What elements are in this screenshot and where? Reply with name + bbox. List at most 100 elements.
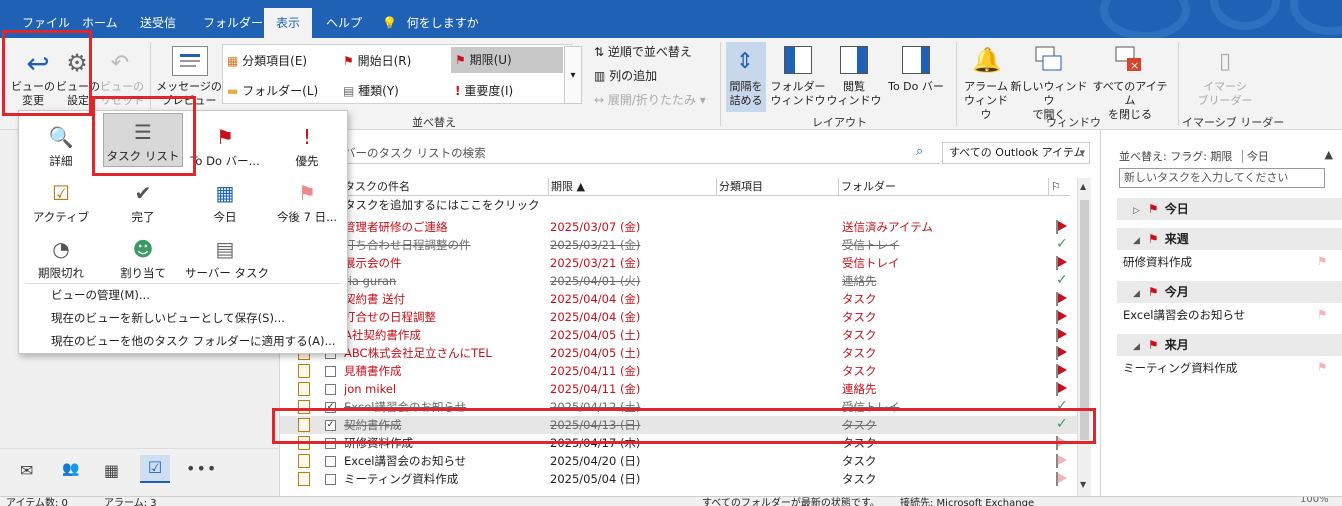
tab-view[interactable]: 表示 [264,8,313,38]
tasks-module-icon[interactable]: ☑ [140,455,170,483]
reading-pane-button[interactable]: 閲覧 ウィンドウ [824,80,884,108]
todo-task-item[interactable]: ミーティング資料作成 ⚑ [1123,360,1342,376]
todo-task-item[interactable]: 研修資料作成 ⚑ [1123,254,1342,270]
flag-icon[interactable] [1058,257,1067,267]
arrange-category[interactable]: ▦ 分類項目(E) [227,53,307,69]
manage-views-item[interactable]: ビューの管理(M)... [51,287,150,303]
search-icon[interactable]: ⌕ [916,144,923,159]
completed-check-icon[interactable]: ✓ [1056,235,1068,253]
flag-icon[interactable] [1058,311,1067,321]
todo-group-header[interactable]: ◢ ⚑ 今月 [1117,281,1342,303]
task-row[interactable]: 打合せの日程調整 2025/04/04 (金) タスク [280,308,1080,326]
flag-icon[interactable] [1058,365,1067,375]
view-option-completed[interactable]: ✔ 完了 [103,175,183,225]
complete-checkbox[interactable] [325,384,336,395]
todo-sort-row[interactable]: 並べ替え: フラグ: 期限 今日 ▲ [1119,148,1333,164]
todo-task-item[interactable]: Excel講習会のお知らせ ⚑ [1123,307,1342,323]
task-row[interactable]: A社契約書作成 2025/04/05 (土) タスク [280,326,1080,344]
column-due[interactable]: 期限 ▲ [548,178,585,196]
arrange-folder[interactable]: ▬ フォルダー(L) [227,83,318,99]
arrange-importance[interactable]: ! 重要度(I) [455,83,513,99]
tell-me-box[interactable]: 💡 何をしますか [382,12,479,38]
reminders-window-button[interactable]: アラーム ウィンドウ [960,80,1012,122]
task-row[interactable]: 展示会の件 2025/03/21 (金) 受信トレイ [280,254,1080,272]
status-reminders[interactable]: アラーム: 3 [104,497,157,506]
view-option-assigned[interactable]: ☻ 割り当て [103,231,183,281]
tab-folder[interactable]: フォルダー [203,12,263,38]
task-row[interactable]: ミーティング資料作成 2025/05/04 (日) タスク [280,470,1080,488]
flag-icon[interactable]: ⚑ [1317,360,1327,374]
tab-send-receive[interactable]: 送受信 [140,12,176,38]
add-columns-button[interactable]: ▥ 列の追加 [594,68,657,84]
arrange-type[interactable]: ▤ 種類(Y) [343,83,399,99]
flag-icon[interactable] [1058,293,1067,303]
save-view-item[interactable]: 現在のビューを新しいビューとして保存(S)... [51,310,285,326]
view-option-next7[interactable]: ⚑ 今後 7 日... [267,175,347,225]
detail-icon: 🔍 [48,125,74,149]
mail-icon[interactable]: ✉ [20,461,33,480]
folder-pane-button[interactable]: フォルダー ウィンドウ [768,80,828,108]
complete-checkbox[interactable] [325,474,336,485]
task-row[interactable]: ✓ria guran2025/04/01 (火)連絡先✓ [280,272,1080,290]
calendar-icon[interactable]: ▦ [104,461,119,480]
complete-checkbox[interactable] [325,456,336,467]
todo-group-header[interactable]: ◢ ⚑ 来月 [1117,334,1342,356]
apply-view-item[interactable]: 現在のビューを他のタスク フォルダーに適用する(A)... [51,333,335,349]
column-folder[interactable]: フォルダー [838,178,896,196]
view-option-detail[interactable]: 🔍 詳細 [21,119,101,169]
add-task-hint[interactable]: タスクを追加するにはここをクリック [344,197,540,213]
flag-icon[interactable]: ⚑ [1317,307,1327,321]
task-folder: タスク [842,328,877,342]
scroll-down-icon[interactable]: ▼ [1080,480,1086,489]
more-modules-icon[interactable]: ••• [186,459,217,478]
completed-check-icon[interactable]: ✓ [1056,271,1068,289]
task-row[interactable]: 契約書 送付 2025/04/04 (金) タスク [280,290,1080,308]
expand-collapse-button[interactable]: ↔ 展開/折りたたみ ▾ [594,92,706,108]
complete-checkbox[interactable] [325,366,336,377]
scrollbar-thumb[interactable] [1080,200,1089,440]
task-subject: ria guran [344,274,397,288]
view-option-priority[interactable]: ! 優先 [267,119,347,169]
task-row[interactable]: 見積書作成 2025/04/11 (金) タスク [280,362,1080,380]
title-decoration [1100,0,1190,40]
view-option-active[interactable]: ☑ アクティブ [21,175,101,225]
todo-group-header[interactable]: ▷ ⚑ 今日 [1117,198,1342,220]
column-subject[interactable]: タスクの件名 [344,178,410,196]
search-scope-dropdown[interactable]: すべての Outlook アイテム ▾ [942,142,1090,164]
task-row[interactable]: ✓打ち合わせ日程調整の件2025/03/21 (金)受信トレイ✓ [280,236,1080,254]
immersive-reader-button[interactable]: イマーシ ブリーダー [1196,80,1254,108]
flag-icon[interactable]: ⚑ [1317,254,1327,268]
view-option-today[interactable]: ▦ 今日 [185,175,265,225]
gallery-more-button[interactable]: ▾ [564,46,582,104]
task-row[interactable]: 管理者研修のご連絡 2025/03/07 (金) 送信済みアイテム [280,218,1080,236]
flag-status-column-icon[interactable]: ⚐ [1048,178,1061,196]
todo-sort-label: 並べ替え: フラグ: 期限 [1119,150,1233,163]
column-category[interactable]: 分類項目 [716,178,763,196]
task-folder: 連絡先 [842,382,877,396]
flag-icon[interactable] [1058,383,1067,393]
view-option-server-task[interactable]: ▤ サーバー タスク [185,231,269,281]
status-zoom[interactable]: 100% [1300,497,1329,505]
arrange-start-date[interactable]: ⚑ 開始日(R) [343,53,411,69]
task-row[interactable]: Excel講習会のお知らせ 2025/04/20 (日) タスク [280,452,1080,470]
list-scrollbar[interactable]: ▲ ▼ [1077,178,1091,496]
arrange-due-date[interactable]: ⚑ 期限(U) [451,47,563,73]
flag-icon[interactable] [1058,347,1067,357]
people-icon[interactable]: 👥 [62,461,79,477]
flag-icon[interactable] [1058,473,1067,483]
todo-bar-button[interactable]: To Do バー [884,80,948,94]
todo-group-header[interactable]: ◢ ⚑ 来週 [1117,228,1342,250]
compact-button[interactable]: 間隔を 詰める [724,80,768,108]
task-row[interactable]: ABC株式会社足立さんにTEL 2025/04/05 (土) タスク [280,344,1080,362]
view-option-overdue[interactable]: ◔ 期限切れ [21,231,101,281]
scroll-up-icon[interactable]: ▲ [1080,182,1086,191]
search-input[interactable]: バーのタスク リストの検索 [344,145,486,161]
flag-icon[interactable] [1058,221,1067,231]
task-row[interactable]: jon mikel 2025/04/11 (金) 連絡先 [280,380,1080,398]
reverse-sort-button[interactable]: ⇅ 逆順で並べ替え [594,44,692,60]
new-task-input[interactable]: 新しいタスクを入力してください [1119,168,1325,188]
tab-help[interactable]: ヘルプ [326,12,362,38]
flag-icon[interactable] [1058,329,1067,339]
view-option-todo-bar[interactable]: ⚑ To Do バー... [185,119,265,169]
flag-icon[interactable] [1058,455,1067,465]
